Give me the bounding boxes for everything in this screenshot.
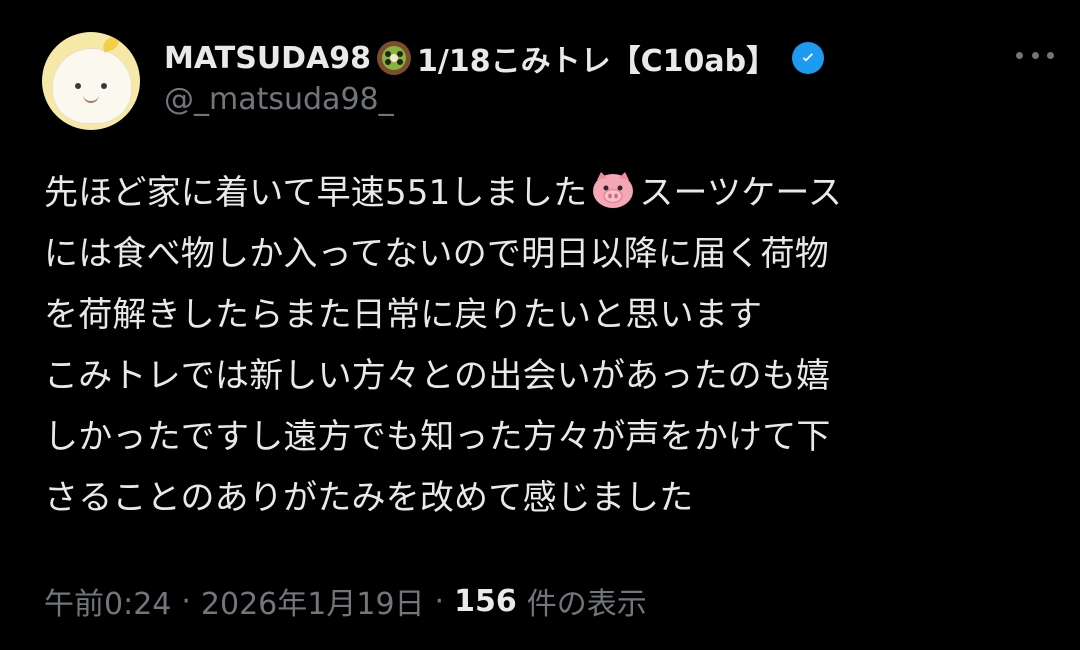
more-dot	[1031, 51, 1039, 59]
tweet-line-4: こみトレでは新しい方々との出会いがあったのも嬉	[44, 356, 831, 396]
author-name-line[interactable]: MATSUDA98 1/18こみトレ【C10ab】	[164, 36, 825, 80]
tweet-line-1-text: 先ほど家に着いて早速551しました	[44, 173, 588, 213]
tweet-time[interactable]: 午前0:24	[44, 579, 171, 623]
author-handle[interactable]: @_matsuda98_	[164, 82, 394, 117]
tweet-line-1: 先ほど家に着いて早速551しました スーツケース	[44, 163, 1034, 224]
more-dot	[1016, 51, 1023, 59]
pig-face-icon	[589, 168, 637, 210]
kiwi-icon	[377, 41, 412, 75]
tweet-date[interactable]: 2026年1月19日	[201, 579, 425, 623]
tweet-header: MATSUDA98 1/18こみトレ【C10ab】 @_matsuda98_	[42, 28, 1054, 132]
avatar[interactable]	[42, 32, 140, 130]
tweet-line-6: さることのありがたみを改めて感じました	[44, 478, 694, 518]
avatar-left-eye	[75, 83, 81, 89]
avatar-right-eye	[101, 83, 107, 89]
tweet-line-2: には食べ物しか入ってないので明日以降に届く荷物	[44, 234, 829, 274]
avatar-mouth	[83, 93, 99, 103]
views-label[interactable]: 件の表示	[527, 579, 647, 623]
more-options-icon[interactable]	[1016, 44, 1054, 66]
avatar-leaf-icon	[100, 35, 122, 53]
meta-separator: ·	[181, 583, 191, 619]
tweet-body: 先ほど家に着いて早速551しました スーツケース には食べ物しか入ってないので明…	[44, 163, 1034, 529]
more-dot	[1047, 51, 1054, 59]
avatar-face	[52, 48, 132, 124]
views-count[interactable]: 156	[454, 584, 517, 619]
tweet-meta: 午前0:24 · 2026年1月19日 · 156 件の表示	[44, 577, 647, 625]
meta-separator: ·	[434, 583, 445, 619]
tweet-line-1-suffix: スーツケース	[639, 173, 843, 213]
author-name-prefix[interactable]: MATSUDA98	[164, 41, 371, 76]
verified-badge-icon[interactable]	[792, 42, 825, 74]
tweet-line-5: しかったですし遠方でも知った方々が声をかけて下	[44, 417, 831, 457]
author-name-suffix[interactable]: 1/18こみトレ【C10ab】	[417, 36, 776, 80]
tweet-line-3: を荷解きしたらまた日常に戻りたいと思います	[44, 295, 763, 335]
